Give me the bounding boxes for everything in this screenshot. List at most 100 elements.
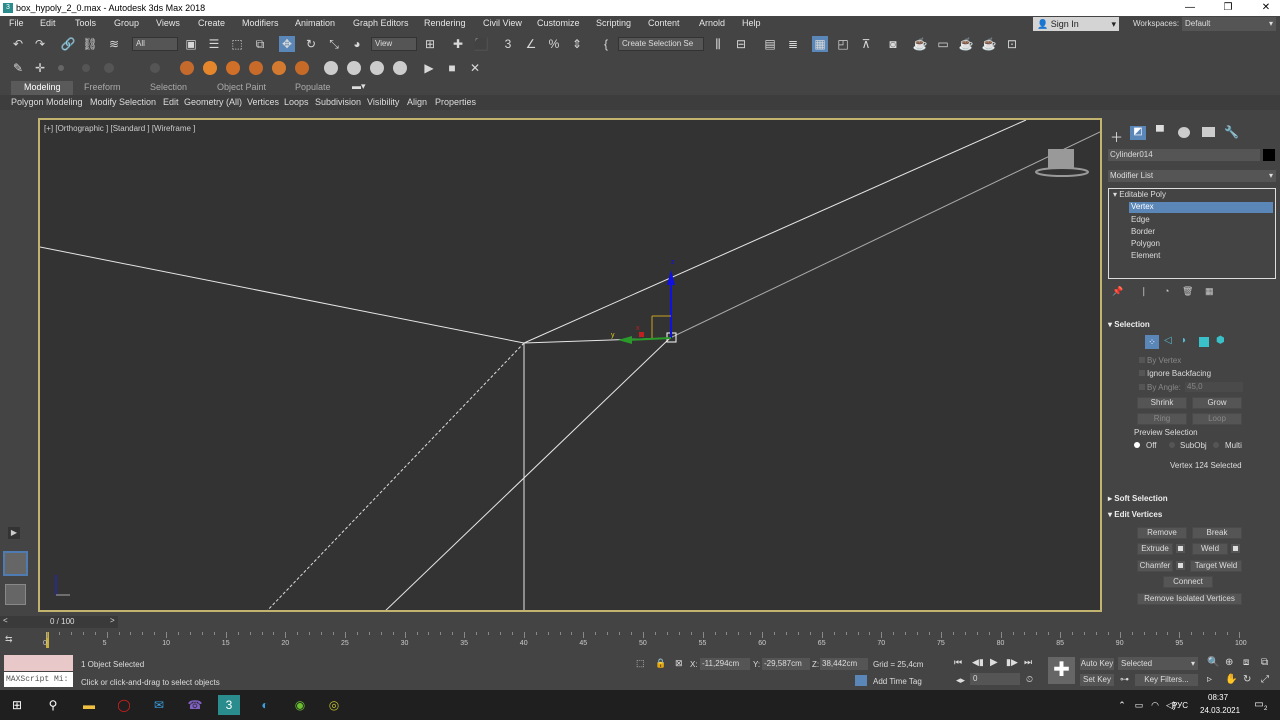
- menu-group[interactable]: Group: [114, 18, 139, 28]
- redo-icon[interactable]: ↷: [32, 36, 48, 52]
- ribbon-toggle-icon[interactable]: ▦: [812, 36, 828, 52]
- align-icon[interactable]: ⊟: [733, 36, 749, 52]
- clock-time[interactable]: 08:37: [1208, 693, 1228, 702]
- rotate-icon[interactable]: ↻: [303, 36, 319, 52]
- menu-modifiers[interactable]: Modifiers: [242, 18, 279, 28]
- angle-snap-icon[interactable]: ∠: [523, 36, 539, 52]
- grid-sphere-icon[interactable]: [393, 61, 407, 75]
- stop-icon[interactable]: ■: [444, 60, 460, 76]
- connect-button[interactable]: Connect: [1163, 576, 1213, 588]
- z-coord-field[interactable]: 38,442cm: [820, 658, 868, 670]
- target-weld-button[interactable]: Target Weld: [1190, 560, 1242, 572]
- object-color-swatch[interactable]: [1263, 149, 1275, 161]
- menu-views[interactable]: Views: [156, 18, 180, 28]
- half-sphere-icon[interactable]: [370, 61, 384, 75]
- stack-item-editable-poly[interactable]: ▾ Editable Poly: [1113, 190, 1166, 199]
- zoom-all-icon[interactable]: ⊕: [1225, 657, 1233, 668]
- render-iterative-icon[interactable]: ☕: [981, 36, 997, 52]
- globe-icon[interactable]: [324, 61, 338, 75]
- lock-icon[interactable]: 🔒: [655, 658, 666, 669]
- opera-icon[interactable]: ◯: [113, 695, 135, 715]
- ribbon-visibility[interactable]: Visibility: [367, 97, 399, 107]
- ribbon-geometry-all[interactable]: Geometry (All): [184, 97, 242, 107]
- snaps-toggle-icon[interactable]: 3: [500, 36, 516, 52]
- material-sphere-icon[interactable]: [203, 61, 217, 75]
- weld-settings-icon[interactable]: [1231, 544, 1240, 553]
- key-filters-button[interactable]: Key Filters...: [1135, 674, 1198, 686]
- spinner-snap-icon[interactable]: ⇕: [569, 36, 585, 52]
- close-small-icon[interactable]: ✕: [467, 60, 483, 76]
- configure-sets-icon[interactable]: ▦: [1205, 286, 1214, 297]
- track-bar-icon[interactable]: ⇆: [5, 634, 13, 645]
- y-coord-field[interactable]: -29,587cm: [762, 658, 810, 670]
- edge-icon[interactable]: ◐: [254, 695, 276, 715]
- zoom-extents-icon[interactable]: ⧈: [1243, 657, 1249, 668]
- preview-subobj-radio[interactable]: [1169, 442, 1175, 448]
- remove-button[interactable]: Remove: [1137, 527, 1187, 539]
- previous-frame-icon[interactable]: ◀▮: [972, 657, 984, 668]
- by-angle-spinner[interactable]: 45,0: [1185, 382, 1243, 392]
- create-tab-icon[interactable]: ＋: [1110, 127, 1123, 146]
- window-crossing-icon[interactable]: ⧉: [252, 36, 268, 52]
- sign-in-dropdown[interactable]: 👤 Sign In ▾: [1033, 17, 1119, 31]
- render-sphere-icon[interactable]: [180, 61, 194, 75]
- viewport-layout-tab[interactable]: [3, 551, 28, 576]
- extrude-button[interactable]: Extrude: [1137, 543, 1173, 555]
- viber-icon[interactable]: ☎: [184, 695, 206, 715]
- minimize-button[interactable]: —: [1178, 1, 1202, 15]
- ribbon-loops[interactable]: Loops: [284, 97, 309, 107]
- soft-selection-rollout-header[interactable]: ▸ Soft Selection: [1108, 494, 1270, 506]
- isolate-icon[interactable]: ⬚: [636, 658, 645, 669]
- maxscript-mini-listener[interactable]: MAXScript Mi:: [4, 672, 73, 687]
- display-tab-icon[interactable]: [1202, 127, 1215, 137]
- menu-animation[interactable]: Animation: [295, 18, 335, 28]
- object-name-field[interactable]: Cylinder014: [1108, 149, 1260, 161]
- show-end-result-icon[interactable]: ❘: [1140, 286, 1148, 297]
- remove-modifier-icon[interactable]: 🗑: [1182, 286, 1193, 297]
- 3dsmax-taskbar-icon[interactable]: 3: [218, 695, 240, 715]
- stack-item-polygon[interactable]: Polygon: [1131, 239, 1160, 248]
- tab-selection[interactable]: Selection: [150, 82, 187, 92]
- select-by-name-icon[interactable]: ☰: [206, 36, 222, 52]
- a360-render-icon[interactable]: ⊡: [1004, 36, 1020, 52]
- menu-tools[interactable]: Tools: [75, 18, 96, 28]
- ribbon-properties[interactable]: Properties: [435, 97, 476, 107]
- maxscript-listener-pink[interactable]: [4, 655, 73, 671]
- loop-button[interactable]: Loop: [1192, 413, 1242, 425]
- pivot-icon[interactable]: ⊞: [422, 36, 438, 52]
- render-setup-icon[interactable]: ☕: [912, 36, 928, 52]
- key-mode-icon[interactable]: ◂▸: [956, 675, 965, 686]
- battery-icon[interactable]: ▭: [1132, 695, 1146, 715]
- scale-icon[interactable]: ⤡: [326, 36, 342, 52]
- pin-stack-icon[interactable]: 📌: [1112, 286, 1123, 297]
- brush-icon[interactable]: ✎: [10, 60, 26, 76]
- place-icon[interactable]: ◕: [349, 36, 365, 52]
- named-selection-dropdown[interactable]: Create Selection Se: [618, 37, 704, 51]
- search-icon[interactable]: ⚲: [42, 695, 64, 715]
- go-to-start-icon[interactable]: ⏮: [954, 657, 962, 668]
- curve-editor-icon[interactable]: ◰: [835, 36, 851, 52]
- vertex-mode-icon[interactable]: ⁘: [1145, 335, 1159, 349]
- remove-isolated-vertices-button[interactable]: Remove Isolated Vertices: [1137, 593, 1242, 605]
- ribbon-vertices[interactable]: Vertices: [247, 97, 279, 107]
- rendered-frame-icon[interactable]: ▭: [935, 36, 951, 52]
- set-key-icon[interactable]: ✚: [1048, 657, 1075, 684]
- menu-scripting[interactable]: Scripting: [596, 18, 631, 28]
- menu-content[interactable]: Content: [648, 18, 680, 28]
- viewport-layout-tab[interactable]: [5, 584, 26, 605]
- pan-icon[interactable]: ✋: [1225, 674, 1237, 685]
- border-mode-icon[interactable]: ◗: [1181, 335, 1187, 346]
- camera-sphere-icon[interactable]: [249, 61, 263, 75]
- fov-icon[interactable]: ▹: [1207, 674, 1212, 685]
- menu-create[interactable]: Create: [198, 18, 225, 28]
- hierarchy-tab-icon[interactable]: ▀: [1156, 126, 1164, 138]
- play-icon[interactable]: ▶: [421, 60, 437, 76]
- go-to-end-icon[interactable]: ⏭: [1024, 657, 1032, 668]
- percent-snap-icon[interactable]: %: [546, 36, 562, 52]
- menu-customize[interactable]: Customize: [537, 18, 580, 28]
- make-unique-icon[interactable]: ◔: [1164, 286, 1169, 296]
- chamfer-settings-icon[interactable]: [1176, 561, 1185, 570]
- viewport[interactable]: [+] [Orthographic ] [Standard ] [Wirefra…: [38, 118, 1102, 612]
- menu-graph-editors[interactable]: Graph Editors: [353, 18, 409, 28]
- weld-button[interactable]: Weld: [1192, 543, 1228, 555]
